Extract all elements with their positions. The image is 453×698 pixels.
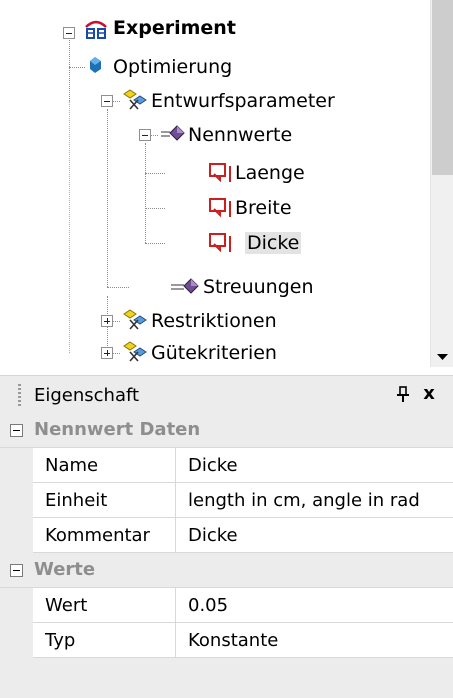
parameter-value-icon xyxy=(209,198,231,218)
parameter-icon xyxy=(123,341,147,362)
property-row-typ[interactable]: Typ Konstante xyxy=(0,623,453,658)
properties-panel-header: Eigenschaft x xyxy=(0,375,453,414)
parameter-value-icon xyxy=(209,233,231,253)
tree-item-laenge[interactable]: Laenge xyxy=(235,162,305,184)
tree-root-experiment[interactable]: Experiment xyxy=(113,17,236,39)
parameter-icon xyxy=(123,309,147,330)
parameter-icon xyxy=(123,89,147,110)
properties-title: Eigenschaft xyxy=(34,385,140,406)
collapse-toggle[interactable] xyxy=(10,564,23,577)
pin-button[interactable] xyxy=(395,384,411,404)
nominal-values-icon xyxy=(161,125,185,141)
tree-scrollbar[interactable] xyxy=(430,0,453,367)
property-name: Name xyxy=(45,455,99,476)
category-row-werte[interactable]: Werte xyxy=(0,553,453,588)
drag-grip[interactable] xyxy=(18,384,21,408)
property-name: Kommentar xyxy=(45,525,150,546)
property-row-wert[interactable]: Wert 0.05 xyxy=(0,588,453,623)
tree-item-streuungen[interactable]: Streuungen xyxy=(203,276,314,298)
close-icon: x xyxy=(423,383,435,404)
tree-item-optimierung[interactable]: Optimierung xyxy=(113,56,232,78)
property-name: Einheit xyxy=(45,490,108,511)
tree-expander-experiment[interactable] xyxy=(63,27,75,39)
category-label: Nennwert Daten xyxy=(34,419,201,440)
tree-item-dicke[interactable]: Dicke xyxy=(245,232,302,254)
tree-item-entwurfsparameter[interactable]: Entwurfsparameter xyxy=(151,90,335,112)
property-name: Wert xyxy=(45,595,88,616)
close-button[interactable]: x xyxy=(419,383,439,405)
property-name: Typ xyxy=(45,630,76,651)
arrow-down-icon xyxy=(437,354,448,360)
tree-expander-restriktionen[interactable] xyxy=(101,315,113,327)
property-row-einheit[interactable]: Einheit length in cm, angle in rad xyxy=(0,483,453,518)
variations-icon xyxy=(171,278,199,294)
property-value[interactable]: 0.05 xyxy=(188,595,228,616)
tree-expander-entwurfsparameter[interactable] xyxy=(101,95,113,107)
tree-expander-guetekriterien[interactable] xyxy=(101,347,113,359)
property-value[interactable]: Dicke xyxy=(188,525,238,546)
collapse-toggle[interactable] xyxy=(10,424,23,437)
property-value[interactable]: Dicke xyxy=(188,455,238,476)
project-tree[interactable]: Experiment Optimierung Entwurfsparameter… xyxy=(0,0,430,367)
scrollbar-thumb[interactable] xyxy=(432,0,453,175)
scroll-down-button[interactable] xyxy=(432,348,453,367)
tree-item-restriktionen[interactable]: Restriktionen xyxy=(151,310,277,332)
category-label: Werte xyxy=(34,559,96,580)
parameter-value-icon xyxy=(209,163,231,183)
tree-expander-nennwerte[interactable] xyxy=(139,129,151,141)
property-row-kommentar[interactable]: Kommentar Dicke xyxy=(0,518,453,553)
experiment-icon xyxy=(85,20,107,39)
tree-item-guetekriterien[interactable]: Gütekriterien xyxy=(151,342,277,364)
pin-icon xyxy=(397,386,409,402)
property-value[interactable]: Konstante xyxy=(188,630,278,651)
category-row-nennwert-daten[interactable]: Nennwert Daten xyxy=(0,413,453,448)
optimization-icon xyxy=(90,57,101,73)
property-value[interactable]: length in cm, angle in rad xyxy=(188,490,420,511)
tree-item-breite[interactable]: Breite xyxy=(235,197,292,219)
property-row-name[interactable]: Name Dicke xyxy=(0,448,453,483)
tree-item-nennwerte[interactable]: Nennwerte xyxy=(188,124,292,146)
property-grid: Nennwert Daten Name Dicke Einheit length… xyxy=(0,413,453,698)
